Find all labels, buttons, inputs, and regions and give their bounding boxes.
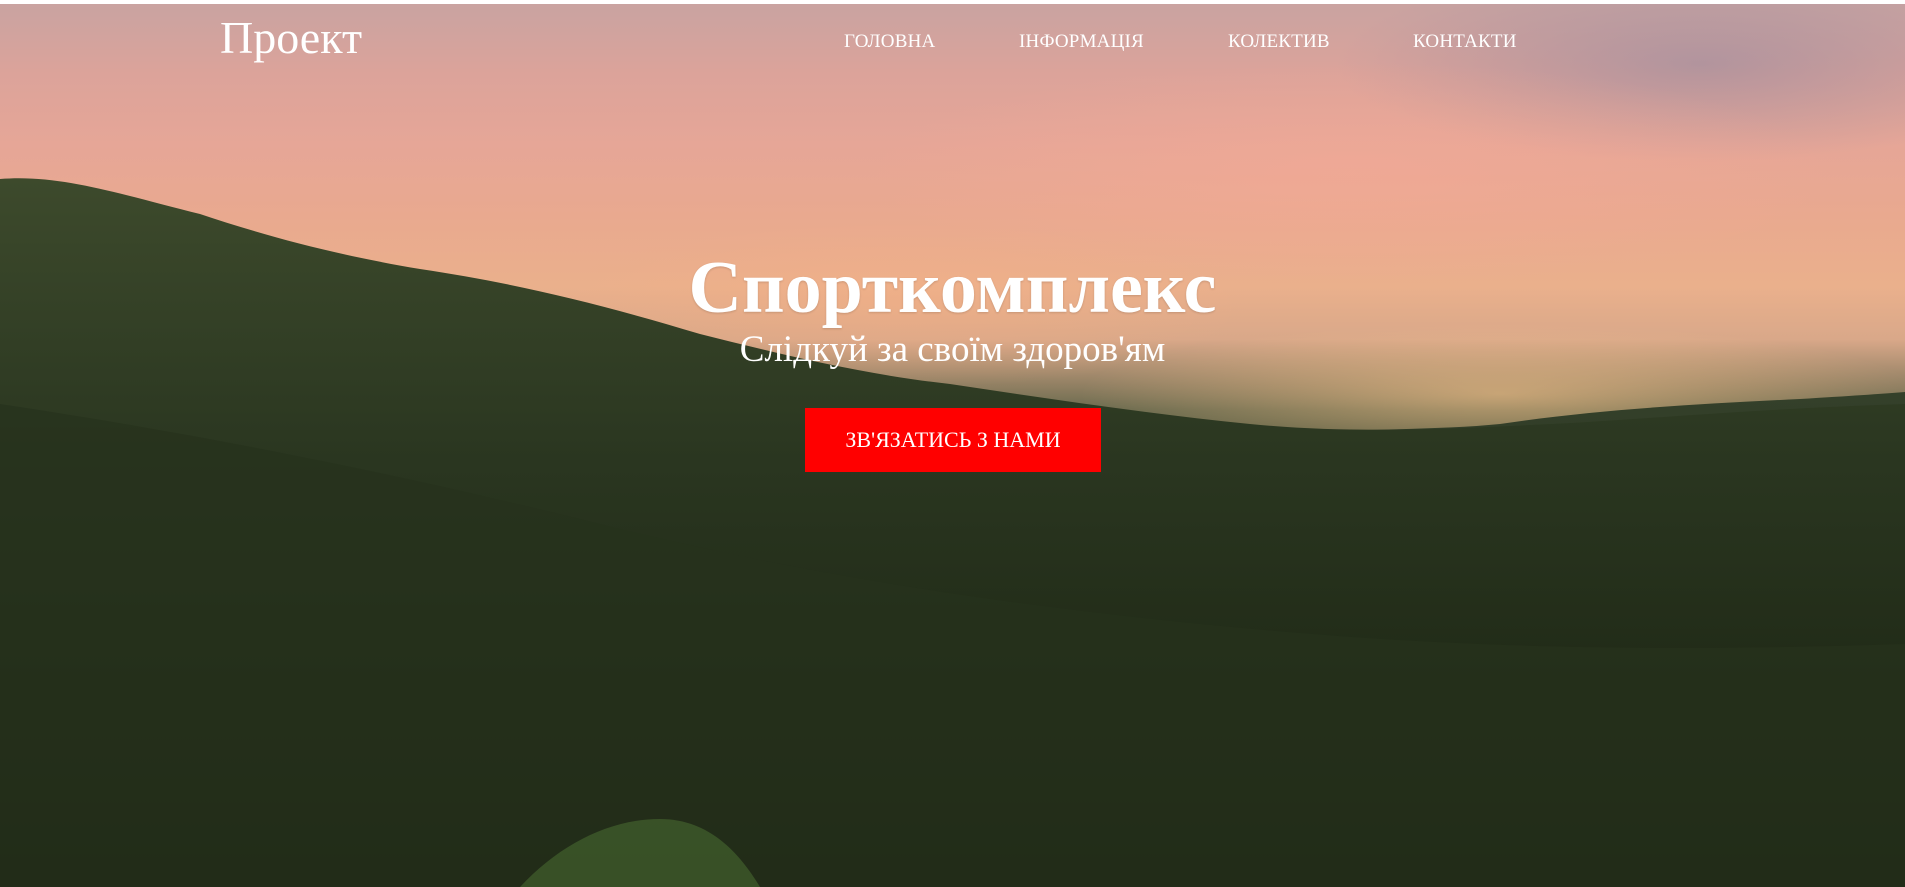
contact-us-button[interactable]: ЗВ'ЯЗАТИСЬ З НАМИ xyxy=(805,408,1101,472)
top-navbar: Проект ГОЛОВНА ІНФОРМАЦІЯ КОЛЕКТИВ КОНТА… xyxy=(0,4,1905,74)
nav-item-contacts[interactable]: КОНТАКТИ xyxy=(1413,30,1517,54)
brand-logo[interactable]: Проект xyxy=(220,10,362,66)
nav-item-info[interactable]: ІНФОРМАЦІЯ xyxy=(1019,30,1144,54)
nav-item-home[interactable]: ГОЛОВНА xyxy=(844,30,935,54)
hero-title: Спорткомплекс xyxy=(688,247,1217,329)
nav-item-team[interactable]: КОЛЕКТИВ xyxy=(1228,30,1330,54)
hero-subtitle: Слідкуй за своїм здоров'ям xyxy=(739,329,1166,370)
